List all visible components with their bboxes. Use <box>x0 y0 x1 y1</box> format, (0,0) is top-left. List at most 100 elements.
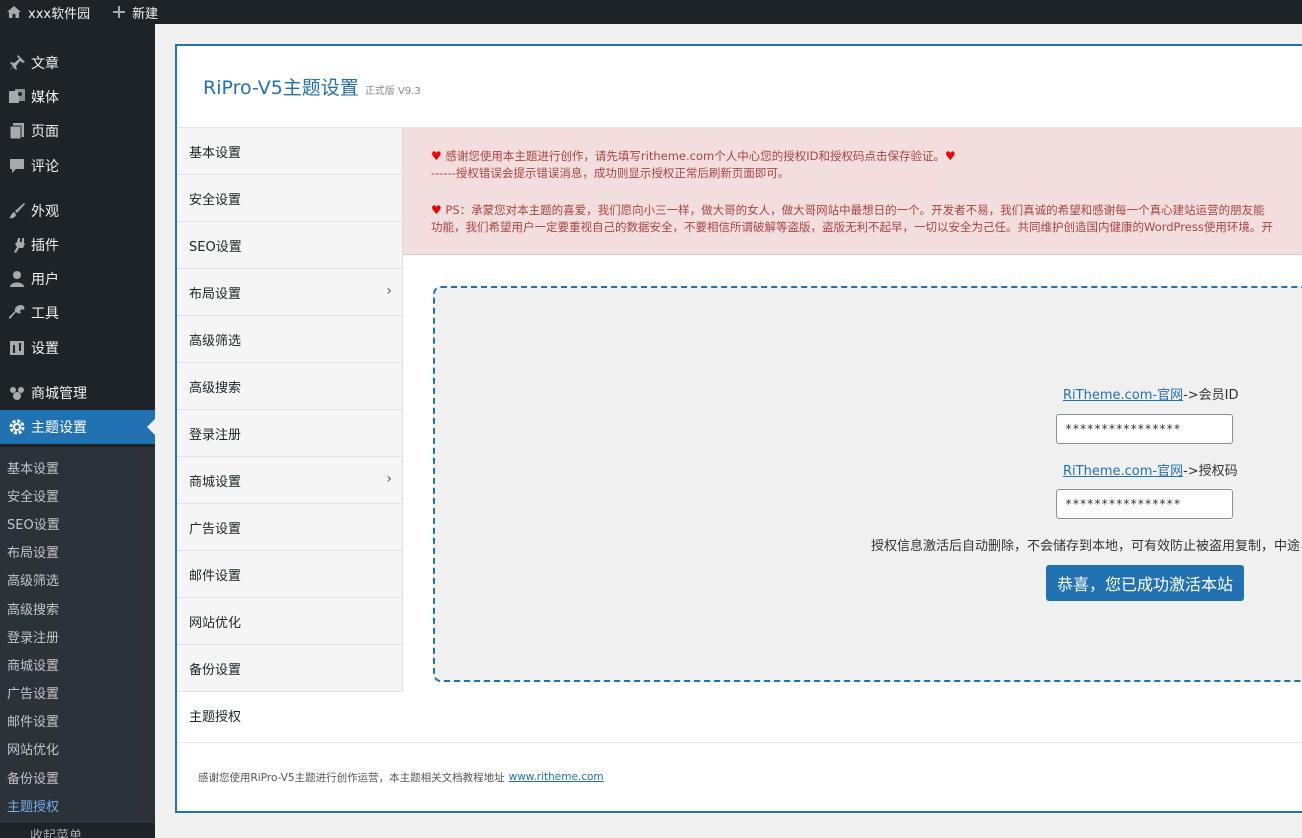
menu-posts[interactable]: 文章 <box>0 46 155 80</box>
nav-item-active[interactable]: 主题授权 <box>177 692 404 739</box>
options-content: ♥ 感谢您使用本主题进行创作，请先填写ritheme.com个人中心您的授权ID… <box>403 128 1302 742</box>
menu-pages[interactable]: 页面 <box>0 114 155 148</box>
new-content-link[interactable]: 新建 <box>106 0 164 24</box>
license-code-suffix: ->授权码 <box>1183 464 1238 479</box>
pin-icon <box>4 53 30 73</box>
menu-label: 插件 <box>31 238 59 254</box>
site-name-link[interactable]: xxx软件园 <box>0 0 96 24</box>
nav-item[interactable]: 备份设置 <box>177 645 402 692</box>
heart-icon: ♥ <box>944 149 956 163</box>
media-icon <box>4 87 30 107</box>
activated-button[interactable]: 恭喜，您已成功激活本站 <box>1046 565 1244 601</box>
menu-plugins[interactable]: 插件 <box>0 228 155 262</box>
menu-label: 文章 <box>31 56 59 72</box>
menu-label: 评论 <box>31 159 59 175</box>
nav-label: 商城设置 <box>189 474 242 490</box>
nav-item[interactable]: 广告设置 <box>177 504 402 551</box>
member-id-input[interactable]: **************** <box>1056 414 1233 444</box>
notice-line: 感谢您使用本主题进行创作，请先填写ritheme.com个人中心您的授权ID和授… <box>445 149 945 163</box>
admin-bar: xxx软件园 新建 <box>0 0 1302 24</box>
submenu-item[interactable]: SEO设置 <box>0 509 155 537</box>
menu-shop[interactable]: 商城管理 <box>0 376 155 410</box>
submenu-item[interactable]: 广告设置 <box>0 679 155 707</box>
menu-appearance[interactable]: 外观 <box>0 194 155 228</box>
heart-icon: ♥ <box>431 203 442 217</box>
nav-item[interactable]: 布局设置 › <box>177 269 402 316</box>
nav-item[interactable]: 邮件设置 <box>177 551 402 598</box>
menu-label: 商城管理 <box>31 386 87 402</box>
submenu-item[interactable]: 商城设置 <box>0 650 155 678</box>
submenu-item[interactable]: 网站优化 <box>0 735 155 763</box>
notice-line: ------授权错误会提示错误消息，成功则显示授权正常后刷新页面即可。 <box>431 166 790 180</box>
user-icon <box>4 269 30 289</box>
collapse-menu[interactable]: 收起菜单 <box>0 826 155 838</box>
nav-label: 登录注册 <box>189 427 242 443</box>
notice-line: 功能，我们希望用户一定要重视自己的数据安全，不要相信所谓破解等盗版，盗版无利不起… <box>431 220 1273 234</box>
submenu-item[interactable]: 安全设置 <box>0 481 155 509</box>
license-note: 授权信息激活后自动删除，不会储存到本地，可有效防止被盗用复制，中途 <box>871 539 1301 554</box>
submenu-item[interactable]: 登录注册 <box>0 622 155 650</box>
nav-item[interactable]: 基本设置 <box>177 128 402 175</box>
license-notice: ♥ 感谢您使用本主题进行创作，请先填写ritheme.com个人中心您的授权ID… <box>403 128 1302 255</box>
nav-label: 安全设置 <box>189 192 242 208</box>
submenu-item[interactable]: 高级筛选 <box>0 566 155 594</box>
license-code-input[interactable]: **************** <box>1056 489 1233 519</box>
comment-icon <box>4 156 30 176</box>
menu-comments[interactable]: 评论 <box>0 149 155 183</box>
official-site-link[interactable]: RiTheme.com-官网 <box>1063 464 1183 479</box>
footer-text: 感谢您使用RiPro-V5主题进行创作运营，本主题相关文档教程地址 <box>198 771 505 784</box>
heart-icon: ♥ <box>431 149 442 163</box>
nav-item[interactable]: SEO设置 <box>177 222 402 269</box>
page-icon <box>4 121 30 141</box>
wrench-icon <box>4 303 30 323</box>
plus-icon <box>113 6 126 18</box>
panel-version: 正式版 V9.3 <box>364 86 421 97</box>
menu-label: 页面 <box>31 124 59 140</box>
panel-title: RiPro-V5主题设置 <box>203 77 359 99</box>
menu-media[interactable]: 媒体 <box>0 80 155 114</box>
plugin-icon <box>4 235 30 255</box>
member-id-suffix: ->会员ID <box>1183 388 1239 403</box>
menu-settings[interactable]: 设置 <box>0 331 155 365</box>
menu-label: 主题设置 <box>31 420 87 436</box>
nav-item[interactable]: 网站优化 <box>177 598 402 645</box>
menu-tools[interactable]: 工具 <box>0 296 155 330</box>
official-site-link[interactable]: RiTheme.com-官网 <box>1063 388 1183 403</box>
submenu-item[interactable]: 布局设置 <box>0 538 155 566</box>
panel-body: 基本设置 安全设置 SEO设置 布局设置 › 高级筛选 高级搜索 登录注册 商城设… <box>177 128 1302 742</box>
submenu-item[interactable]: 邮件设置 <box>0 707 155 735</box>
nav-label: 布局设置 <box>189 286 242 302</box>
nav-label: 网站优化 <box>189 615 242 631</box>
submenu-item-active[interactable]: 主题授权 <box>0 791 155 819</box>
home-icon <box>7 6 21 18</box>
gear-icon <box>4 417 30 437</box>
license-code-label: RiTheme.com-官网->授权码 <box>1063 460 1238 479</box>
nav-item[interactable]: 高级搜索 <box>177 363 402 410</box>
chevron-right-icon: › <box>386 471 392 487</box>
nav-label: 高级筛选 <box>189 333 242 349</box>
brush-icon <box>4 201 30 221</box>
chevron-right-icon: › <box>386 283 392 299</box>
menu-label: 外观 <box>31 204 59 220</box>
nav-item[interactable]: 高级筛选 <box>177 316 402 363</box>
nav-item[interactable]: 商城设置 › <box>177 457 402 504</box>
site-name: xxx软件园 <box>28 6 91 22</box>
nav-label: 广告设置 <box>189 521 242 537</box>
settings-icon <box>4 338 30 358</box>
nav-item[interactable]: 登录注册 <box>177 410 402 457</box>
submenu-item[interactable]: 备份设置 <box>0 763 155 791</box>
options-nav: 基本设置 安全设置 SEO设置 布局设置 › 高级筛选 高级搜索 登录注册 商城设… <box>177 128 404 739</box>
nav-label: 备份设置 <box>189 662 242 678</box>
menu-label: 用户 <box>31 272 59 288</box>
submenu-item[interactable]: 高级搜索 <box>0 594 155 622</box>
menu-label: 工具 <box>31 306 59 322</box>
shop-icon <box>4 383 30 403</box>
panel-header: RiPro-V5主题设置 正式版 V9.3 <box>177 46 1302 128</box>
new-label: 新建 <box>132 6 159 22</box>
nav-item[interactable]: 安全设置 <box>177 175 402 222</box>
menu-users[interactable]: 用户 <box>0 262 155 296</box>
footer-link[interactable]: www.ritheme.com <box>509 771 604 783</box>
submenu-item[interactable]: 基本设置 <box>0 453 155 481</box>
menu-theme-settings[interactable]: 主题设置 <box>0 410 155 444</box>
admin-sidebar: 文章 媒体 页面 评论 外观 插件 用户 工具 设置 商城管理 主题设置 基本设… <box>0 24 155 838</box>
